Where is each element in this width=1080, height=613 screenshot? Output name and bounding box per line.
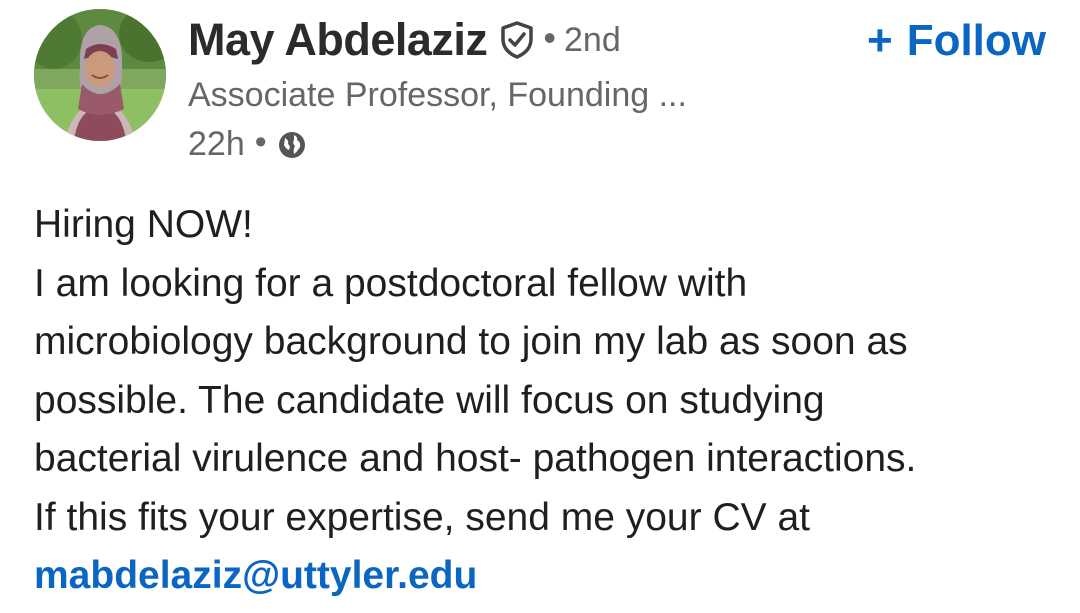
follow-button[interactable]: + Follow [867, 16, 1046, 66]
separator-dot: • [254, 123, 267, 161]
post-timestamp: 22h [188, 125, 245, 163]
connection-degree: 2nd [564, 20, 621, 59]
follow-label: Follow [906, 16, 1046, 65]
post-line: If this fits your expertise, send me you… [34, 495, 810, 539]
post-line: microbiology background to join my lab a… [34, 320, 908, 363]
post-line: I am looking for a postdoctoral fellow w… [34, 261, 748, 305]
email-link[interactable]: mabdelaziz@uttyler.edu [34, 554, 477, 597]
email-line: mabdelaziz@uttyler.edu [34, 547, 1054, 606]
author-name[interactable]: May Abdelaziz [188, 14, 488, 66]
verified-shield-icon [497, 20, 537, 60]
post-meta: 22h • [188, 123, 788, 164]
post-header: May Abdelaziz • 2nd Associate Professor,… [188, 12, 788, 164]
post-line: possible. The candidate will focus on st… [34, 378, 825, 422]
avatar-photo [34, 9, 166, 141]
feed-post: May Abdelaziz • 2nd Associate Professor,… [0, 0, 1080, 613]
post-body: Hiring NOW! I am looking for a postdocto… [34, 196, 1054, 606]
post-line: Hiring NOW! [34, 203, 253, 246]
author-headline: Associate Professor, Founding ... [188, 76, 687, 114]
post-line: bacterial virulence and host- pathogen i… [34, 437, 917, 480]
separator-dot: • [543, 17, 557, 58]
globe-icon [277, 130, 307, 160]
author-name-row: May Abdelaziz • 2nd [188, 12, 788, 68]
plus-icon: + [866, 16, 893, 65]
author-avatar[interactable] [34, 9, 166, 141]
